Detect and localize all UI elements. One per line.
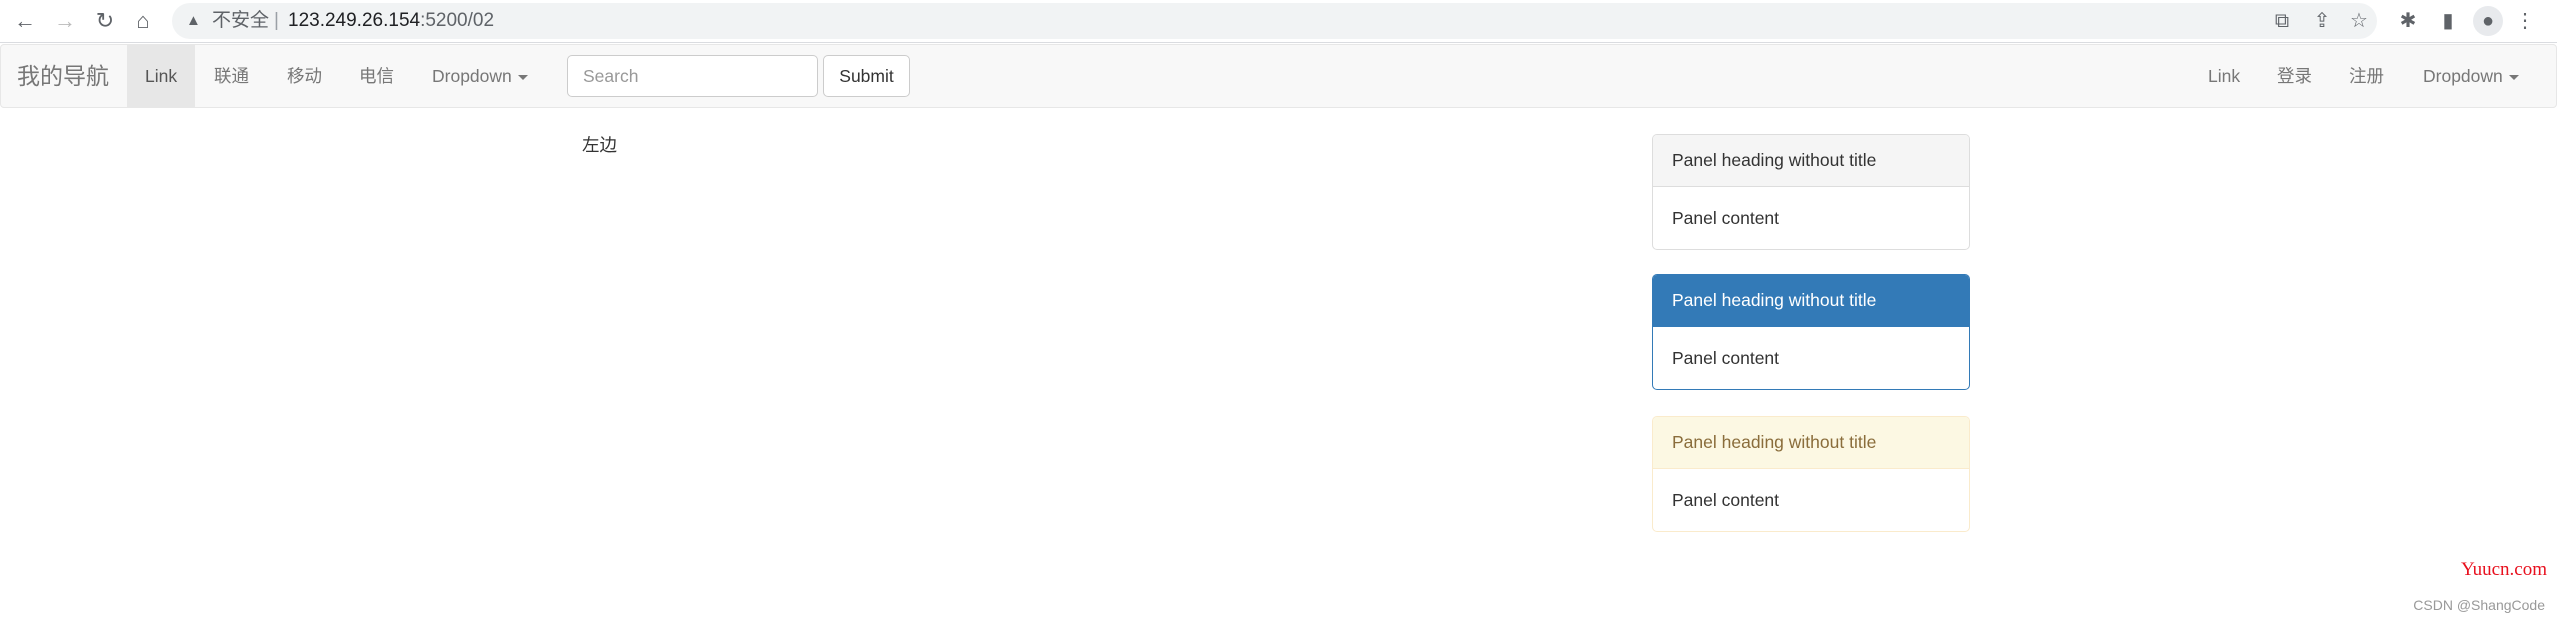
profile-avatar-icon[interactable]: ●: [2473, 6, 2503, 36]
panel-body: Panel content: [1672, 490, 1780, 510]
navbar-brand[interactable]: 我的导航: [17, 45, 109, 107]
extensions-icon[interactable]: ✱: [2393, 6, 2423, 36]
nav-register[interactable]: 注册: [2331, 45, 2402, 107]
side-panel-icon[interactable]: ▮: [2433, 6, 2463, 36]
panel-default: Panel heading without title Panel conten…: [1652, 134, 1970, 250]
panel-heading: Panel heading without title: [1653, 135, 1969, 187]
panel-primary: Panel heading without title Panel conten…: [1652, 274, 1970, 390]
forward-arrow-icon[interactable]: →: [50, 6, 80, 36]
url: 123.249.26.154:5200/02: [288, 10, 495, 31]
security-label: 不安全: [212, 10, 270, 31]
panel-heading: Panel heading without title: [1653, 275, 1969, 327]
browser-toolbar: ← → ↻ ⌂ ▲ 不安全 | 123.249.26.154:5200/02 ⧉…: [0, 0, 2557, 43]
nav-dropdown[interactable]: Dropdown: [414, 45, 546, 107]
panel-warning: Panel heading without title Panel conten…: [1652, 416, 1970, 532]
nav-dianxin[interactable]: 电信: [341, 45, 412, 107]
left-column-text: 左边: [582, 135, 617, 155]
search-input[interactable]: [567, 55, 818, 97]
nav-liantong[interactable]: 联通: [196, 45, 267, 107]
warning-triangle-icon: ▲: [186, 12, 201, 29]
translate-icon[interactable]: ⧉: [2267, 6, 2297, 36]
share-icon[interactable]: ⇪: [2307, 6, 2337, 36]
home-icon[interactable]: ⌂: [128, 6, 158, 36]
panel-heading: Panel heading without title: [1653, 417, 1969, 469]
caret-down-icon: [517, 74, 528, 80]
submit-button[interactable]: Submit: [823, 55, 910, 97]
nav-yidong[interactable]: 移动: [269, 45, 340, 107]
credit-watermark: CSDN @ShangCode: [2413, 597, 2545, 613]
nav-link[interactable]: Link: [127, 45, 196, 107]
menu-kebab-icon[interactable]: ⋮: [2510, 6, 2540, 36]
caret-down-icon: [2508, 74, 2519, 80]
site-watermark: Yuucn.com: [2460, 559, 2547, 580]
nav-right-dropdown[interactable]: Dropdown: [2405, 45, 2537, 107]
back-arrow-icon[interactable]: ←: [10, 6, 40, 36]
navbar: 我的导航 Link 联通 移动 电信 Dropdown Submit Link …: [0, 44, 2557, 108]
star-icon[interactable]: ☆: [2344, 6, 2374, 36]
reload-icon[interactable]: ↻: [90, 6, 120, 36]
panel-body: Panel content: [1672, 208, 1780, 228]
nav-right-link[interactable]: Link: [2190, 45, 2258, 107]
address-bar[interactable]: ▲ 不安全 | 123.249.26.154:5200/02 ⧉ ⇪ ☆: [172, 3, 2377, 39]
panel-body: Panel content: [1672, 348, 1780, 368]
nav-login[interactable]: 登录: [2259, 45, 2330, 107]
